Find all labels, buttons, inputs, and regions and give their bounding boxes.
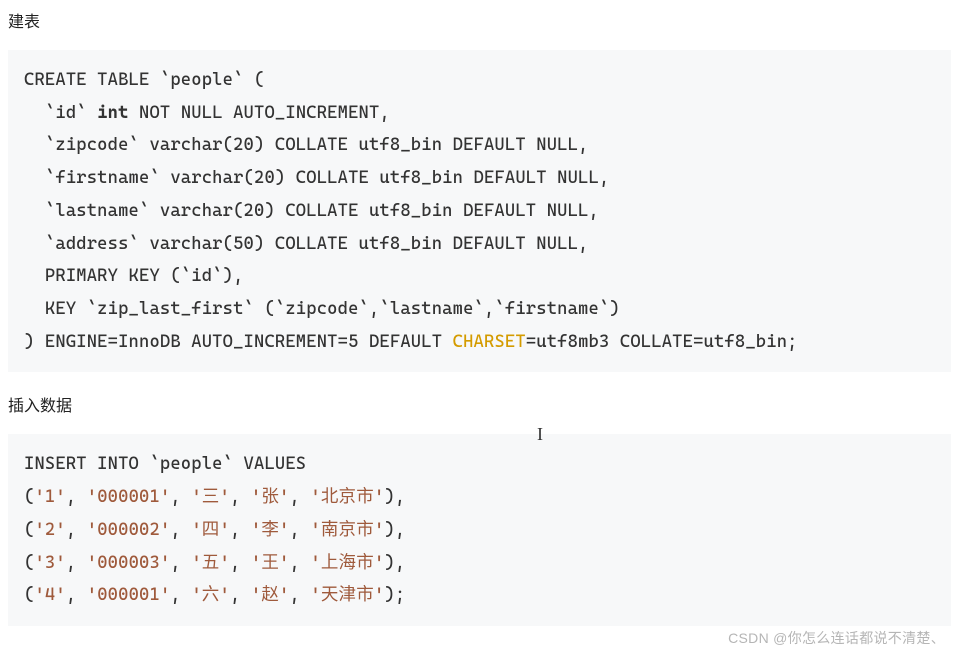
code-line: CREATE TABLE `people` ( — [24, 70, 264, 90]
text-cursor-icon: I — [537, 424, 543, 445]
code-line: `lastname` varchar(20) COLLATE utf8_bin … — [24, 201, 599, 221]
code-line: ('2', '000002', '四', '李', '南京市'), — [24, 520, 405, 540]
code-block-insert-data: INSERT INTO `people` VALUES ('1', '00000… — [8, 434, 951, 626]
code-line: `firstname` varchar(20) COLLATE utf8_bin… — [24, 168, 609, 188]
code-line: `zipcode` varchar(20) COLLATE utf8_bin D… — [24, 135, 589, 155]
code-block-create-table: CREATE TABLE `people` ( `id` int NOT NUL… — [8, 50, 951, 372]
code-line: PRIMARY KEY (`id`), — [24, 266, 244, 286]
code-line: KEY `zip_last_first` (`zipcode`,`lastnam… — [24, 299, 620, 319]
code-line: ('4', '000001', '六', '赵', '天津市'); — [24, 585, 405, 605]
code-line: INSERT INTO `people` VALUES — [24, 454, 306, 474]
code-line: `id` int NOT NULL AUTO_INCREMENT, — [24, 103, 390, 123]
heading-create-table: 建表 — [8, 8, 951, 32]
heading-insert-data: 插入数据 — [8, 392, 951, 416]
code-line: `address` varchar(50) COLLATE utf8_bin D… — [24, 234, 589, 254]
code-line: ('3', '000003', '五', '王', '上海市'), — [24, 553, 405, 573]
code-line: ) ENGINE=InnoDB AUTO_INCREMENT=5 DEFAULT… — [24, 332, 798, 352]
code-line: ('1', '000001', '三', '张', '北京市'), — [24, 487, 405, 507]
watermark-text: CSDN @你怎么连话都说不清楚、 — [728, 628, 945, 648]
